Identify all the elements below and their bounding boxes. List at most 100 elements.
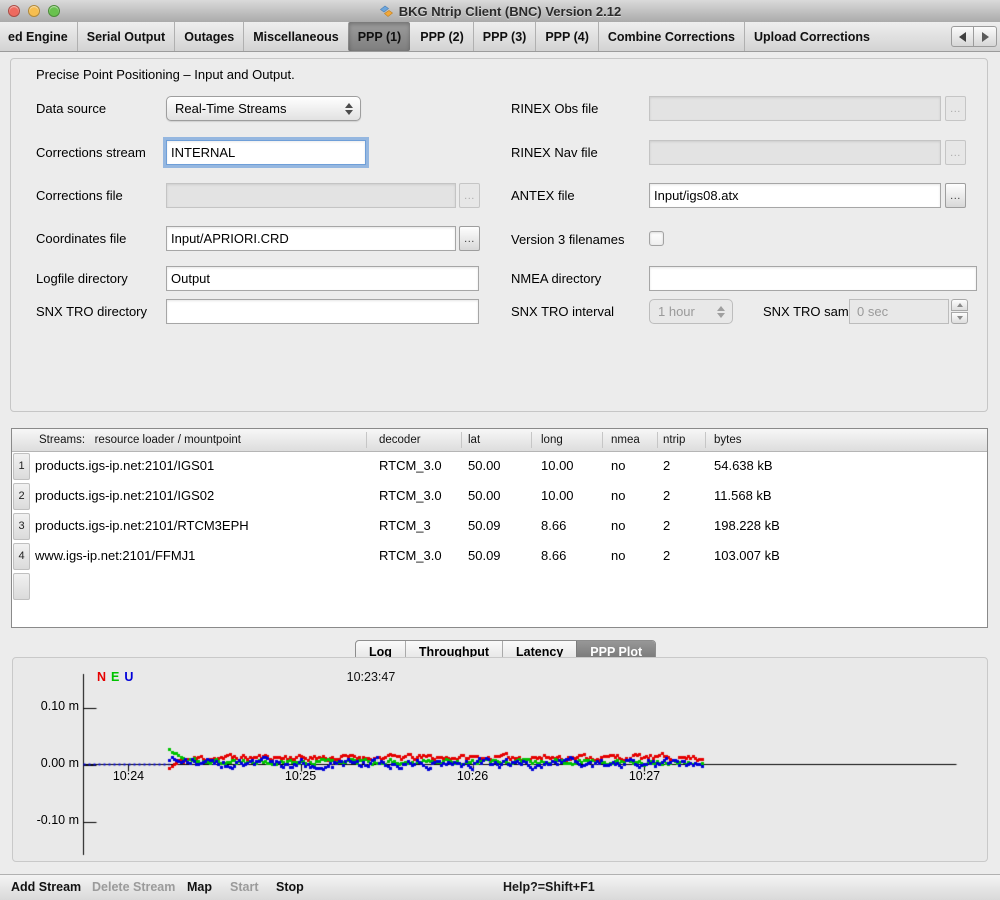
cell-long: 8.66: [541, 511, 566, 541]
bnc-app-window: BKG Ntrip Client (BNC) Version 2.12 ed E…: [0, 0, 1000, 900]
tab-scroll-right-button[interactable]: [974, 26, 997, 47]
start-button: Start: [230, 875, 258, 900]
header-ntrip: ntrip: [663, 429, 685, 451]
snx-tro-interval-label: SNX TRO interval: [511, 299, 614, 324]
table-row[interactable]: 1 products.igs-ip.net:2101/IGS01 RTCM_3.…: [12, 451, 987, 481]
column-divider: [461, 432, 462, 448]
header-decoder: decoder: [379, 429, 421, 451]
snx-tro-sampling-field: 0 sec: [849, 299, 949, 324]
antex-file-browse-button[interactable]: ...: [945, 183, 966, 208]
snx-tro-sampling-spinner: [951, 299, 968, 324]
header-lat: lat: [468, 429, 480, 451]
cell-lat: 50.09: [468, 511, 501, 541]
nmea-directory-input[interactable]: [649, 266, 977, 291]
left-arrow-icon: [959, 32, 966, 42]
row-number: 2: [13, 483, 30, 510]
tab-ppp-1[interactable]: PPP (1): [348, 22, 411, 51]
legend-north: N: [97, 670, 106, 684]
cell-lat: 50.09: [468, 541, 501, 571]
version-3-filenames-label: Version 3 filenames: [511, 227, 624, 252]
tab-serial-output[interactable]: Serial Output: [77, 22, 174, 51]
x-axis-tick-label: 10:24: [98, 769, 158, 783]
corrections-file-browse-button: ...: [459, 183, 480, 208]
data-source-value: Real-Time Streams: [167, 101, 341, 116]
cell-nmea: no: [611, 511, 625, 541]
version-3-filenames-checkbox[interactable]: [649, 231, 664, 246]
rinex-nav-file-browse-button: ...: [945, 140, 966, 165]
cell-decoder: RTCM_3.0: [379, 541, 442, 571]
row-number: 4: [13, 543, 30, 570]
delete-stream-button: Delete Stream: [92, 875, 175, 900]
snx-tro-sampling-value: 0 sec: [857, 304, 888, 319]
window-title: BKG Ntrip Client (BNC) Version 2.12: [399, 4, 621, 19]
snx-tro-directory-label: SNX TRO directory: [36, 299, 147, 324]
bnc-app-icon: [379, 4, 394, 19]
snx-tro-interval-select: 1 hour: [649, 299, 733, 324]
panel-heading: Precise Point Positioning – Input and Ou…: [36, 67, 295, 82]
tab-scroll-left-button[interactable]: [951, 26, 974, 47]
header-streams: Streams: resource loader / mountpoint: [39, 429, 241, 451]
logfile-directory-label: Logfile directory: [36, 266, 128, 291]
map-button[interactable]: Map: [187, 875, 212, 900]
cell-bytes: 11.568 kB: [714, 481, 772, 511]
streams-table: Streams: resource loader / mountpoint de…: [11, 428, 988, 628]
updown-arrows-icon: [713, 306, 728, 318]
cell-bytes: 103.007 kB: [714, 541, 780, 571]
table-row[interactable]: 3 products.igs-ip.net:2101/RTCM3EPH RTCM…: [12, 511, 987, 541]
cell-mountpoint: products.igs-ip.net:2101/IGS02: [35, 481, 214, 511]
tab-miscellaneous[interactable]: Miscellaneous: [243, 22, 347, 51]
nmea-directory-label: NMEA directory: [511, 266, 601, 291]
y-axis-tick-label: 0.10 m: [17, 699, 79, 713]
tab-feed-engine[interactable]: ed Engine: [0, 22, 77, 51]
logfile-directory-input[interactable]: [166, 266, 479, 291]
column-divider: [531, 432, 532, 448]
cell-ntrip: 2: [663, 451, 670, 481]
column-divider: [705, 432, 706, 448]
cell-ntrip: 2: [663, 481, 670, 511]
updown-arrows-icon: [341, 103, 356, 115]
cell-nmea: no: [611, 541, 625, 571]
tab-ppp-3[interactable]: PPP (3): [473, 22, 536, 51]
tab-combine-corrections[interactable]: Combine Corrections: [598, 22, 744, 51]
stop-button[interactable]: Stop: [276, 875, 304, 900]
legend-up: U: [124, 670, 133, 684]
header-long: long: [541, 429, 563, 451]
cell-ntrip: 2: [663, 541, 670, 571]
corrections-file-label: Corrections file: [36, 183, 123, 208]
column-divider: [657, 432, 658, 448]
coordinates-file-label: Coordinates file: [36, 226, 126, 251]
corrections-stream-input[interactable]: [166, 140, 366, 165]
help-hint: Help?=Shift+F1: [503, 875, 595, 900]
cell-long: 10.00: [541, 451, 574, 481]
cell-nmea: no: [611, 451, 625, 481]
coordinates-file-input[interactable]: [166, 226, 456, 251]
cell-decoder: RTCM_3.0: [379, 481, 442, 511]
snx-tro-directory-input[interactable]: [166, 299, 479, 324]
x-axis-tick-label: 10:26: [443, 769, 503, 783]
y-axis-tick-label: 0.00 m: [17, 756, 79, 770]
tab-outages[interactable]: Outages: [174, 22, 243, 51]
snx-tro-interval-value: 1 hour: [650, 304, 713, 319]
cell-ntrip: 2: [663, 511, 670, 541]
coordinates-file-browse-button[interactable]: ...: [459, 226, 480, 251]
table-row[interactable]: 4 www.igs-ip.net:2101/FFMJ1 RTCM_3.0 50.…: [12, 541, 987, 571]
rinex-obs-file-browse-button: ...: [945, 96, 966, 121]
status-bar: Add Stream Delete Stream Map Start Stop …: [0, 874, 1000, 900]
x-axis-tick-label: 10:25: [271, 769, 331, 783]
add-stream-button[interactable]: Add Stream: [11, 875, 81, 900]
cell-nmea: no: [611, 481, 625, 511]
antex-file-input[interactable]: [649, 183, 941, 208]
y-axis-tick-label: -0.10 m: [17, 813, 79, 827]
cell-mountpoint: products.igs-ip.net:2101/IGS01: [35, 451, 214, 481]
title-bar: BKG Ntrip Client (BNC) Version 2.12: [0, 0, 1000, 23]
tab-upload-corrections[interactable]: Upload Corrections: [744, 22, 879, 51]
data-source-select[interactable]: Real-Time Streams: [166, 96, 361, 121]
table-row[interactable]: 2 products.igs-ip.net:2101/IGS02 RTCM_3.…: [12, 481, 987, 511]
cell-mountpoint: products.igs-ip.net:2101/RTCM3EPH: [35, 511, 249, 541]
cell-lat: 50.00: [468, 481, 501, 511]
tab-ppp-2[interactable]: PPP (2): [410, 22, 473, 51]
tab-ppp-4[interactable]: PPP (4): [535, 22, 598, 51]
ppp-settings-panel: Precise Point Positioning – Input and Ou…: [10, 58, 988, 412]
spinner-down-icon: [957, 316, 963, 320]
legend-east: E: [111, 670, 119, 684]
